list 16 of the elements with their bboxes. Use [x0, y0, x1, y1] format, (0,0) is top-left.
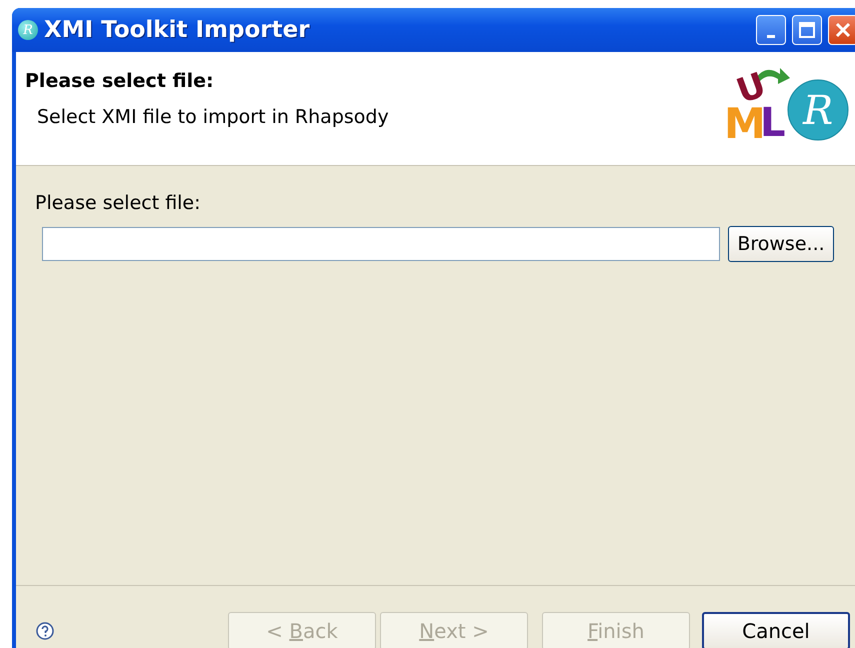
help-icon[interactable] — [36, 622, 54, 640]
page-description: Select XMI file to import in Rhapsody — [36, 106, 390, 128]
file-path-field[interactable] — [42, 227, 720, 261]
maximize-button[interactable] — [792, 15, 822, 45]
page-title: Please select file: — [25, 70, 215, 92]
logo-drawing: ML U R — [720, 60, 850, 150]
minimize-icon — [767, 34, 775, 38]
minimize-button[interactable] — [756, 15, 786, 45]
window-title: XMI Toolkit Importer — [44, 17, 311, 43]
close-button[interactable] — [828, 15, 855, 45]
browse-button[interactable]: Browse... — [728, 226, 834, 262]
maximize-icon — [798, 21, 816, 39]
wizard-button[interactable]: Cancel — [702, 612, 850, 648]
app-icon: R — [18, 20, 38, 40]
close-icon — [834, 21, 852, 39]
field-label: Please select file: — [35, 192, 202, 214]
